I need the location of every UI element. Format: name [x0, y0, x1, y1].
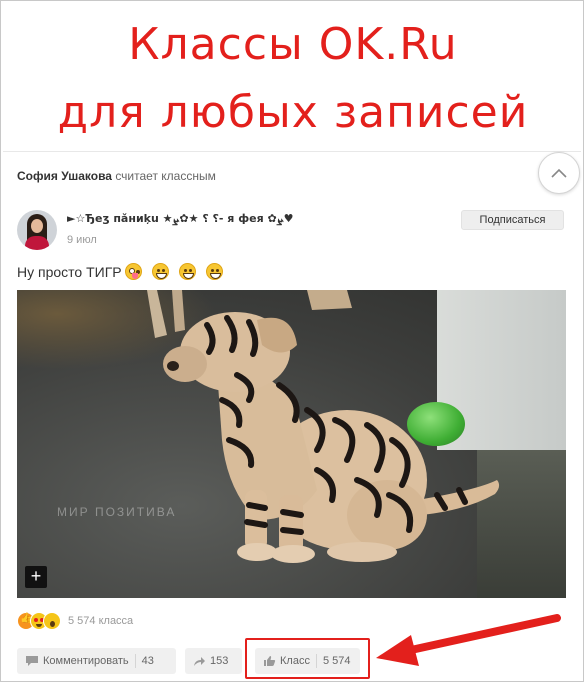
pointer-arrow-icon: [376, 614, 561, 666]
screenshot-frame: Классы OK.Ru для любых записей София Уша…: [0, 0, 584, 682]
